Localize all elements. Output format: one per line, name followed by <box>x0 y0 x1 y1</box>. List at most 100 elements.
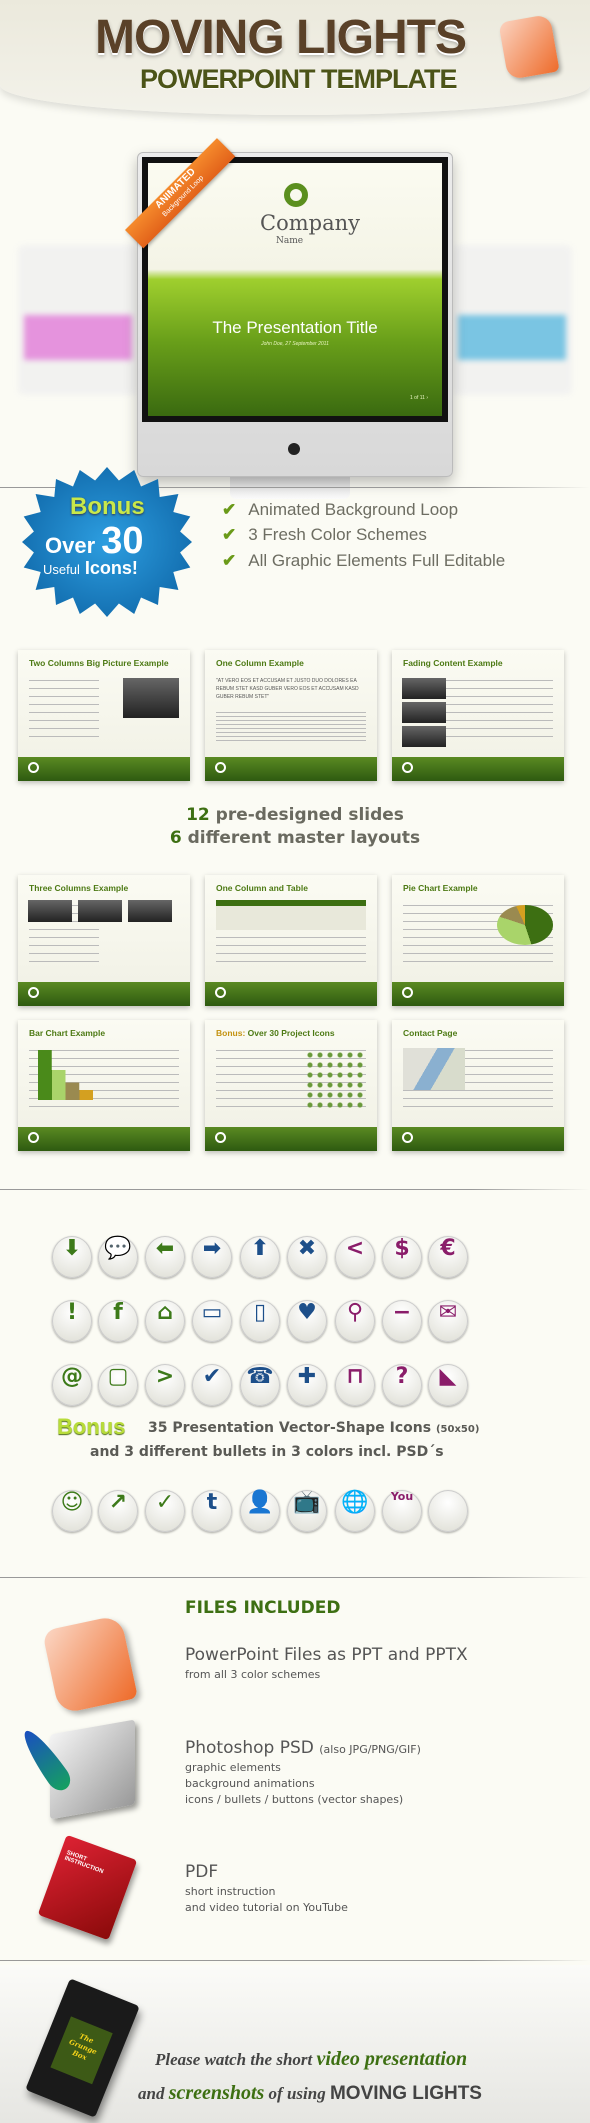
slide-thumbnail: Pie Chart Example <box>392 875 564 1006</box>
slide-thumbnail: Three Columns Example <box>18 875 190 1006</box>
arrow-left-icon: ⬅ <box>145 1236 185 1278</box>
slide-title: One Column Example <box>216 658 304 668</box>
smiley-icon: ☺ <box>52 1490 92 1532</box>
trend-chart-icon: ↗ <box>98 1490 138 1532</box>
divider <box>0 1189 590 1190</box>
checkmark-icon: ✔ <box>192 1364 232 1406</box>
company-name-sub: Name <box>276 236 304 246</box>
mail-icon: ✉ <box>428 1300 468 1342</box>
slide-title: Bar Chart Example <box>29 1028 106 1038</box>
divider <box>0 1960 590 1961</box>
home-icon: ⌂ <box>145 1300 185 1342</box>
monitor-stand <box>230 477 350 499</box>
map-pin-icon: ⚲ <box>335 1300 375 1342</box>
check-icon: ✔ <box>222 525 237 544</box>
slide-nav: 1 of 11 › <box>410 395 428 401</box>
slide-thumbnail: One Column and Table <box>205 875 377 1006</box>
smartphone-icon: ▯ <box>240 1300 280 1342</box>
slide-footer <box>18 757 190 781</box>
slide-footer <box>205 982 377 1006</box>
file-title: PDF <box>185 1862 219 1882</box>
slide-title: Fading Content Example <box>403 658 503 668</box>
bonus-label: Bonus <box>57 1414 126 1439</box>
product-title: MOVING LIGHTS <box>95 11 467 64</box>
at-sign-icon: @ <box>52 1364 92 1406</box>
presentation-board-icon: ⊓ <box>335 1364 375 1406</box>
arrow-down-icon: ⬇ <box>52 1236 92 1278</box>
bonus-icons-text-2: and 3 different bullets in 3 colors incl… <box>90 1444 444 1460</box>
arrow-up-icon: ⬆ <box>240 1236 280 1278</box>
slide-title: One Column and Table <box>216 883 308 893</box>
powerpoint-file-icon <box>42 1614 138 1715</box>
slide-title: Bonus: Over 30 Project Icons <box>216 1028 335 1038</box>
badge-count: Over 30 <box>45 520 144 562</box>
telephone-icon: ☎ <box>240 1364 280 1406</box>
slide-title: Pie Chart Example <box>403 883 478 893</box>
file-desc: from all 3 color schemes <box>185 1668 321 1681</box>
file-title: PowerPoint Files as PPT and PPTX <box>185 1645 468 1665</box>
slides-count: 12 pre-designed slides <box>186 805 404 825</box>
files-heading: FILES INCLUDED <box>185 1598 341 1618</box>
file-desc: graphic elements background animations ico… <box>185 1761 404 1806</box>
plus-icon: ✚ <box>287 1364 327 1406</box>
slide-footer <box>18 1127 190 1151</box>
close-icon: ✖ <box>287 1236 327 1278</box>
question-icon: ? <box>382 1364 422 1406</box>
feature-item: ✔ 3 Fresh Color Schemes <box>222 525 427 544</box>
video-text-2: and screenshots of using MOVING LIGHTS <box>138 2082 482 2104</box>
arrow-right-icon: ➡ <box>192 1236 232 1278</box>
rss-icon: ◣ <box>428 1364 468 1406</box>
slide-title: Three Columns Example <box>29 883 129 893</box>
twitter-icon: t <box>192 1490 232 1532</box>
company-name: Company <box>260 211 360 235</box>
slide-footer <box>205 757 377 781</box>
product-subtitle: POWERPOINT TEMPLATE <box>140 64 457 94</box>
heart-icon: ♥ <box>287 1300 327 1342</box>
feature-item: ✔ All Graphic Elements Full Editable <box>222 551 506 570</box>
slide-title: Two Columns Big Picture Example <box>29 658 169 668</box>
chevron-left-icon: < <box>335 1236 375 1278</box>
facebook-icon: f <box>98 1300 138 1342</box>
check-icon: ✔ <box>222 500 237 519</box>
dollar-icon: $ <box>382 1236 422 1278</box>
monitor-logo <box>288 443 300 455</box>
layouts-count: 6 different master layouts <box>169 828 421 848</box>
badge-bonus: Bonus <box>70 493 145 520</box>
slide-footer <box>392 757 564 781</box>
youtube-icon: You <box>382 1490 422 1532</box>
title-slide-preview: Company Name The Presentation Title John… <box>148 163 442 416</box>
speech-bubble-icon: 💬 <box>98 1236 138 1278</box>
blurred-monitor-pink <box>18 245 138 395</box>
check-circle-icon: ✓ <box>145 1490 185 1532</box>
slide-footer <box>392 1127 564 1151</box>
presentation-title: The Presentation Title <box>212 318 378 337</box>
slide-thumbnail: Fading Content Example <box>392 650 564 781</box>
slide-thumbnail: Bar Chart Example <box>18 1020 190 1151</box>
slide-title: Contact Page <box>403 1028 458 1038</box>
blurred-monitor-blue <box>452 245 572 395</box>
slide-thumbnail: Contact Page <box>392 1020 564 1151</box>
slide-footer <box>392 982 564 1006</box>
slide-footer <box>205 1127 377 1151</box>
tv-icon: 📺 <box>287 1490 327 1532</box>
slide-thumbnail: One Column Example "AT VERO EOS ET ACCUSA… <box>205 650 377 781</box>
feature-item: ✔ Animated Background Loop <box>222 500 459 519</box>
check-icon: ✔ <box>222 551 237 570</box>
blank-icon <box>428 1490 468 1532</box>
badge-icons: Useful Icons! <box>43 558 138 578</box>
presentation-subtitle: John Doe, 27 September 2011 <box>261 341 329 347</box>
exclamation-icon: ! <box>52 1300 92 1342</box>
euro-icon: € <box>428 1236 468 1278</box>
tablet-icon: ▭ <box>192 1300 232 1342</box>
slide-thumbnail: Two Columns Big Picture Example <box>18 650 190 781</box>
file-desc: short instruction and video tutorial on Y… <box>185 1885 348 1914</box>
video-text-1: Please watch the short video presentatio… <box>155 2048 468 2070</box>
divider <box>0 1577 590 1578</box>
minus-icon: − <box>382 1300 422 1342</box>
file-title: Photoshop PSD (also JPG/PNG/GIF) <box>185 1738 421 1758</box>
pdf-book-icon: SHORT INSTRUCTION <box>37 1834 138 1941</box>
globe-icon: 🌐 <box>335 1490 375 1532</box>
user-icon: 👤 <box>240 1490 280 1532</box>
slide-footer <box>18 982 190 1006</box>
bonus-icons-text: 35 Presentation Vector-Shape Icons (50x5… <box>148 1420 480 1436</box>
